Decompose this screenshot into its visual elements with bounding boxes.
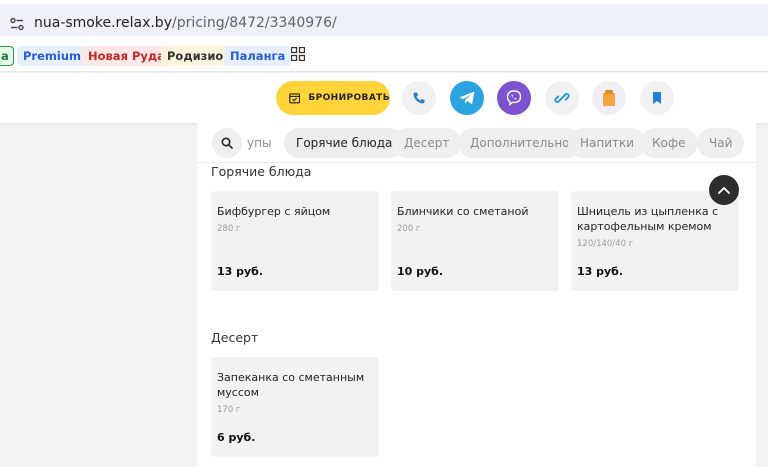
menu-item-price: 13 руб. [577,265,624,278]
search-icon [221,137,233,149]
menu-item-card[interactable]: Бифбургер с яйцом 280 г 13 руб. [211,191,379,291]
link-icon [554,93,570,103]
menu-item-name: Запеканка со сметанным муссом [217,371,365,399]
menu-item-weight: 200 г [397,224,421,234]
apps-grid-icon[interactable] [291,47,305,61]
menu-item-name: Блинчики со сметаной [397,205,529,218]
category-chip-drinks[interactable]: Напитки [568,128,647,158]
url-host: nua-smoke.relax.by [34,15,172,31]
category-chip-dessert[interactable]: Десерт [392,128,462,158]
calendar-check-icon [289,93,301,104]
book-button-label: БРОНИРОВАТЬ [308,93,390,103]
menu-item-price: 13 руб. [217,265,264,278]
category-chip-additional[interactable]: Дополнительно [458,128,582,158]
bookmark-rodizio[interactable]: Родизио [161,46,230,66]
menu-item-price: 6 руб. [217,431,256,444]
menu-item-card[interactable]: Шницель из цыпленка с картофельным кремо… [571,191,739,291]
menu-item-card[interactable]: Блинчики со сметаной 200 г 10 руб. [391,191,559,291]
bag-icon [603,90,615,106]
bookmark-palanga[interactable]: Паланга [224,46,292,66]
phone-icon [413,92,425,104]
viber-icon [506,90,522,107]
bookmark-button[interactable] [640,81,674,115]
phone-button[interactable] [402,81,436,115]
address-bar: nua-smoke.relax.by/pricing/8472/3340976/ [0,0,768,40]
bookmark-novaya-ruda[interactable]: Новая Руда [82,46,171,66]
url-path: /pricing/8472/3340976/ [171,15,337,31]
category-chip-hot-dishes[interactable]: Горячие блюда [284,128,405,158]
omnibox[interactable]: nua-smoke.relax.by/pricing/8472/3340976/ [0,4,768,36]
section-title-hot-dishes: Горячие блюда [211,164,312,179]
site-header: БРОНИРОВАТЬ [0,73,768,123]
category-chip-tea[interactable]: Чай [697,128,745,158]
menu-item-weight: 120/140/40 г [577,239,634,249]
menu-item-weight: 280 г [217,224,241,234]
section-title-dessert: Десерт [211,330,259,345]
menu-panel: упы Горячие блюда Десерт Дополнительно Н… [197,123,756,467]
scroll-to-top-button[interactable] [709,175,739,205]
book-button[interactable]: БРОНИРОВАТЬ [276,81,390,115]
link-button[interactable] [545,81,579,115]
menu-item-name: Шницель из цыпленка с картофельным кремо… [577,205,719,233]
telegram-button[interactable] [450,81,484,115]
viber-button[interactable] [497,81,531,115]
site-settings-icon[interactable] [9,16,25,32]
menu-item-card[interactable]: Запеканка со сметанным муссом 170 г 6 ру… [211,357,379,457]
menu-item-name: Бифбургер с яйцом [217,205,331,218]
telegram-icon [459,91,475,105]
bookmark-premium[interactable]: Premium [17,46,87,66]
bookmark-a[interactable]: а [0,46,14,66]
bookmarks-bar: а Premium Новая Руда Родизио Паланга [0,40,768,72]
menu-item-price: 10 руб. [397,265,444,278]
url-text[interactable]: nua-smoke.relax.by/pricing/8472/3340976/ [34,15,337,31]
bag-button[interactable] [592,81,626,115]
category-chip-coffee[interactable]: Кофе [640,128,698,158]
category-bar: упы Горячие блюда Десерт Дополнительно Н… [197,123,756,163]
menu-item-weight: 170 г [217,405,241,415]
category-chip-soups[interactable]: упы [235,128,271,158]
chevron-up-icon [718,187,730,194]
bookmark-icon [653,92,661,104]
